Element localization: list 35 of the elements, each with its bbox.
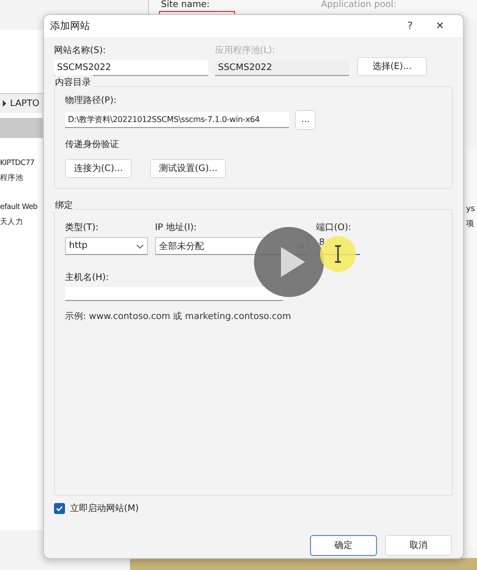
checkbox-label: 立即启动网站(M) — [70, 502, 139, 515]
help-button[interactable]: ? — [395, 17, 425, 35]
hint-text: 示例: www.contoso.com 或 marketing.contoso.com — [65, 310, 292, 323]
field-label: 类型(T): — [65, 222, 100, 234]
field-label: 主机名(H): — [65, 272, 110, 284]
list-item[interactable]: 项 — [466, 217, 475, 230]
input-field[interactable] — [65, 287, 283, 301]
cursor-icon — [320, 236, 356, 272]
test-settings-button[interactable]: 测试设置(G)... — [150, 159, 226, 178]
field-label: 应用程序池(L): — [215, 45, 276, 57]
field-label: IP 地址(I): — [155, 222, 198, 234]
select-button[interactable]: 选择(E)... — [357, 57, 427, 76]
arrow-icon — [2, 100, 7, 107]
breadcrumb-item[interactable]: LAPTO — [10, 98, 40, 108]
field-label: Site name: — [161, 0, 210, 11]
dropdown[interactable]: http — [65, 237, 148, 255]
chevron-icon — [136, 244, 144, 248]
cancel-button[interactable]: 取消 — [385, 535, 452, 556]
input-field[interactable]: SSCMS2022 — [54, 60, 208, 76]
checkbox[interactable] — [54, 503, 65, 514]
checkmark-icon — [55, 504, 64, 513]
field-label: 物理路径(P): — [65, 95, 118, 107]
group-label: 内容目录 — [55, 75, 93, 89]
window-title: 添加网站 — [50, 20, 90, 33]
field-label: 端口(O): — [316, 222, 352, 234]
field-label: Application pool: — [321, 0, 396, 11]
browse-button[interactable]: ... — [295, 110, 316, 130]
ok-button[interactable]: 确定 — [310, 535, 377, 556]
section-label: 传递身份验证 — [65, 139, 120, 151]
field-label: 网站名称(S): — [54, 45, 107, 57]
connect-as-button[interactable]: 连接为(C)... — [65, 159, 132, 178]
input-field[interactable]: D:\教学资料\20221012SSCMS\sscms-7.1.0-win-x64 — [65, 112, 289, 128]
list-item[interactable]: ys — [466, 202, 475, 215]
close-button[interactable]: ✕ — [425, 17, 455, 35]
group-label: 绑定 — [55, 198, 75, 212]
